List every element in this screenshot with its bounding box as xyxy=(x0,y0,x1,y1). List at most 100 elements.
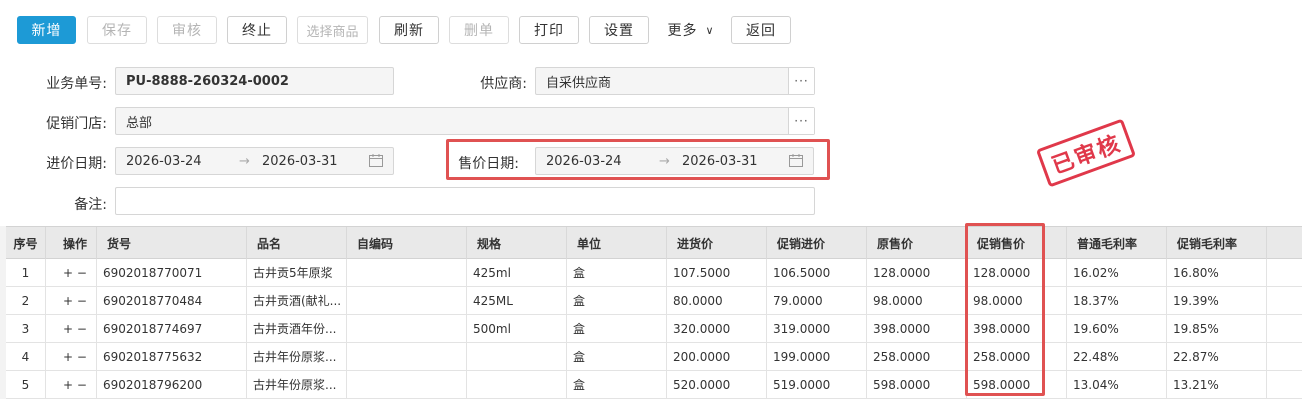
cell-promo-cost: 106.5000 xyxy=(767,259,867,286)
remark-label: 备注: xyxy=(74,197,107,213)
table-row[interactable]: 3 + −6902018774697 古井贡酒年份... 500ml 盒 320.0000… xyxy=(6,315,1302,343)
store-field[interactable]: 总部 ··· xyxy=(115,107,815,135)
cell-spec xyxy=(467,371,567,398)
cell-promo-margin: 22.87% xyxy=(1167,343,1267,370)
cell-code: 6902018775632 xyxy=(97,343,247,370)
cell-promo-margin: 19.85% xyxy=(1167,315,1267,342)
cell-unit: 盒 xyxy=(567,287,667,314)
supplier-label: 供应商: xyxy=(480,76,527,92)
col-header: 品名 xyxy=(247,227,347,259)
table-row[interactable]: 4 + −6902018775632 古井年份原浆... 盒 200.0000 199.0… xyxy=(6,343,1302,371)
more-button[interactable]: 更多 ∨ xyxy=(660,16,722,44)
more-label: 更多 xyxy=(667,23,698,39)
save-button[interactable]: 保存 xyxy=(87,16,147,44)
cell-spec xyxy=(467,343,567,370)
supplier-value: 自采供应商 xyxy=(546,75,612,91)
cell-cost: 520.0000 xyxy=(667,371,767,398)
settings-button[interactable]: 设置 xyxy=(589,16,649,44)
cell-promo-margin: 16.80% xyxy=(1167,259,1267,286)
arrow-right-icon: → xyxy=(239,153,250,169)
col-header: 促销毛利率 xyxy=(1167,227,1267,259)
cell-unit: 盒 xyxy=(567,343,667,370)
row-add-remove-controls[interactable]: + − xyxy=(46,287,97,314)
cell-promo-margin: 19.39% xyxy=(1167,287,1267,314)
chevron-down-icon: ∨ xyxy=(705,23,715,37)
audit-button[interactable]: 审核 xyxy=(157,16,217,44)
purchase-date-label: 进价日期: xyxy=(46,156,107,172)
purchase-date-start[interactable]: 2026-03-24 xyxy=(126,154,202,169)
col-header: 规格 xyxy=(467,227,567,259)
cell-cost: 320.0000 xyxy=(667,315,767,342)
col-header: 操作 xyxy=(46,227,97,259)
cell-name: 古井年份原浆... xyxy=(247,343,347,370)
cell-margin: 19.60% xyxy=(1067,315,1167,342)
col-header: 进货价 xyxy=(667,227,767,259)
col-header: 自编码 xyxy=(347,227,467,259)
terminate-button[interactable]: 终止 xyxy=(227,16,287,44)
cell-selfcode xyxy=(347,371,467,398)
cell-promo-cost: 519.0000 xyxy=(767,371,867,398)
col-header: 原售价 xyxy=(867,227,967,259)
row-add-remove-controls[interactable]: + − xyxy=(46,371,97,398)
cell-price: 598.0000 xyxy=(867,371,967,398)
doc-no-field[interactable]: PU-8888-260324-0002 xyxy=(115,67,394,95)
col-header: 序号 xyxy=(6,227,46,259)
cell-spec: 500ml xyxy=(467,315,567,342)
cell-unit: 盒 xyxy=(567,315,667,342)
col-header: 普通毛利率 xyxy=(1067,227,1167,259)
col-header: 促销进价 xyxy=(767,227,867,259)
cell-margin: 22.48% xyxy=(1067,343,1167,370)
cell-price: 258.0000 xyxy=(867,343,967,370)
promo-price-highlight-box xyxy=(965,223,1045,396)
cell-cost: 80.0000 xyxy=(667,287,767,314)
cell-margin: 13.04% xyxy=(1067,371,1167,398)
back-button[interactable]: 返回 xyxy=(731,16,791,44)
cell-selfcode xyxy=(347,259,467,286)
table-row[interactable]: 5 + −6902018796200 古井年份原浆... 盒 520.0000 519.0… xyxy=(6,371,1302,399)
row-add-remove-controls[interactable]: + − xyxy=(46,259,97,286)
cell-promo-cost: 79.0000 xyxy=(767,287,867,314)
print-button[interactable]: 打印 xyxy=(519,16,579,44)
cell-price: 398.0000 xyxy=(867,315,967,342)
table-header: 序号 操作 货号 品名 自编码 规格 单位 进货价 促销进价 原售价 促销售价 … xyxy=(6,226,1302,259)
cell-selfcode xyxy=(347,343,467,370)
cell-no: 2 xyxy=(6,287,46,314)
select-goods-button[interactable]: 选择商品 xyxy=(297,16,368,44)
refresh-button[interactable]: 刷新 xyxy=(379,16,439,44)
supplier-field[interactable]: 自采供应商 ··· xyxy=(535,67,815,95)
cell-price: 98.0000 xyxy=(867,287,967,314)
store-picker-button[interactable]: ··· xyxy=(788,108,814,134)
cell-promo-margin: 13.21% xyxy=(1167,371,1267,398)
cell-code: 6902018774697 xyxy=(97,315,247,342)
cell-selfcode xyxy=(347,287,467,314)
purchase-date-range[interactable]: 2026-03-24 → 2026-03-31 xyxy=(115,147,394,175)
doc-no-label: 业务单号: xyxy=(46,76,107,92)
purchase-date-end[interactable]: 2026-03-31 xyxy=(262,154,338,169)
cell-promo-cost: 199.0000 xyxy=(767,343,867,370)
cell-unit: 盒 xyxy=(567,371,667,398)
cell-name: 古井贡酒(献礼... xyxy=(247,287,347,314)
row-add-remove-controls[interactable]: + − xyxy=(46,315,97,342)
cell-price: 128.0000 xyxy=(867,259,967,286)
delete-button[interactable]: 删单 xyxy=(449,16,509,44)
store-label: 促销门店: xyxy=(46,116,107,132)
supplier-picker-button[interactable]: ··· xyxy=(788,68,814,94)
col-header: 单位 xyxy=(567,227,667,259)
add-button[interactable]: 新增 xyxy=(17,16,76,44)
cell-no: 4 xyxy=(6,343,46,370)
cell-spec: 425ml xyxy=(467,259,567,286)
calendar-icon[interactable] xyxy=(369,154,383,167)
cell-code: 6902018770484 xyxy=(97,287,247,314)
remark-field[interactable] xyxy=(115,187,815,215)
cell-cost: 107.5000 xyxy=(667,259,767,286)
row-add-remove-controls[interactable]: + − xyxy=(46,343,97,370)
table-row[interactable]: 1 + −6902018770071 古井贡5年原浆 425ml 盒 107.5000 10… xyxy=(6,259,1302,287)
cell-name: 古井年份原浆... xyxy=(247,371,347,398)
table-row[interactable]: 2 + −6902018770484 古井贡酒(献礼... 425ML 盒 80.0000… xyxy=(6,287,1302,315)
cell-spec: 425ML xyxy=(467,287,567,314)
col-header: 货号 xyxy=(97,227,247,259)
store-value: 总部 xyxy=(126,115,153,131)
cell-no: 1 xyxy=(6,259,46,286)
cell-cost: 200.0000 xyxy=(667,343,767,370)
cell-promo-cost: 319.0000 xyxy=(767,315,867,342)
